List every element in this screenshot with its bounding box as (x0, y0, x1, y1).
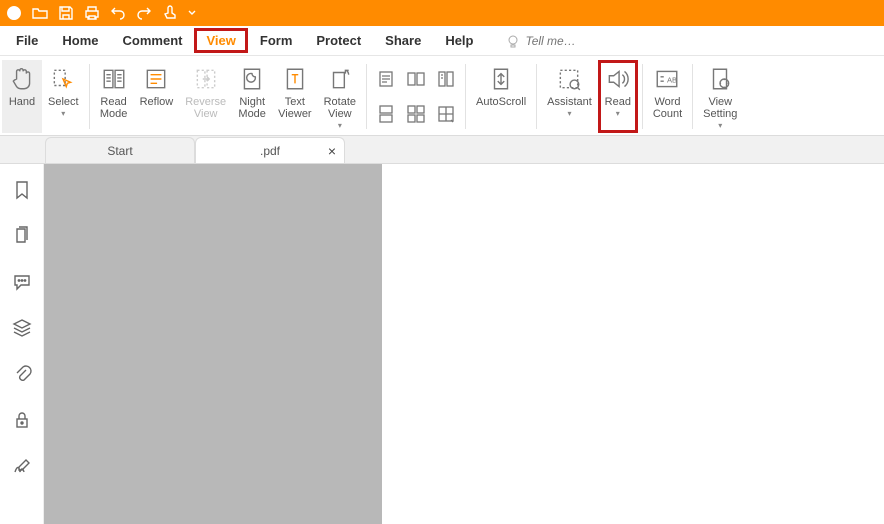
view-setting-button[interactable]: View Setting (697, 60, 743, 133)
rotate-view-label: Rotate View (324, 96, 356, 120)
lightbulb-icon (505, 33, 521, 49)
select-icon (50, 64, 76, 94)
assistant-caret-icon (567, 110, 571, 118)
continuous-page-button[interactable] (373, 103, 399, 125)
read-aloud-button[interactable]: Read (598, 60, 638, 133)
hand-icon (9, 64, 35, 94)
text-viewer-label: Text Viewer (278, 96, 311, 120)
comments-icon[interactable] (12, 272, 32, 292)
tab-title: .pdf (260, 144, 280, 158)
select-label: Select (48, 96, 79, 108)
separate-cover-button[interactable] (433, 68, 459, 90)
rotate-view-button[interactable]: Rotate View (318, 60, 362, 133)
continuous-facing-button[interactable] (403, 103, 429, 125)
reverse-view-icon (193, 64, 219, 94)
reflow-icon (143, 64, 169, 94)
assistant-icon (556, 64, 582, 94)
tell-me-search[interactable] (505, 33, 615, 49)
empty-area (382, 164, 884, 524)
rotate-caret-icon (338, 122, 342, 130)
speaker-icon (605, 64, 631, 94)
menu-home[interactable]: Home (50, 28, 110, 53)
view-setting-icon (707, 64, 733, 94)
menu-comment[interactable]: Comment (111, 28, 195, 53)
hand-tool-button[interactable]: Hand (2, 60, 42, 133)
close-icon[interactable]: × (328, 143, 336, 159)
svg-text:AB: AB (667, 75, 677, 84)
reverse-view-label: Reverse View (185, 96, 226, 120)
brand-foxit-icon (6, 5, 22, 21)
select-tool-button[interactable]: Select (42, 60, 85, 133)
qa-dropdown-icon[interactable] (188, 5, 196, 21)
folder-open-icon[interactable] (32, 5, 48, 21)
read-caret-icon (616, 110, 620, 118)
read-mode-button[interactable]: Read Mode (94, 60, 134, 133)
autoscroll-button[interactable]: AutoScroll (470, 60, 532, 133)
night-mode-icon (239, 64, 265, 94)
touch-mode-icon[interactable] (162, 5, 178, 21)
menu-file[interactable]: File (4, 28, 50, 53)
facing-button[interactable] (403, 68, 429, 90)
night-mode-button[interactable]: Night Mode (232, 60, 272, 133)
menu-view[interactable]: View (194, 28, 247, 53)
tab-title: Start (107, 144, 132, 158)
assistant-label: Assistant (547, 96, 592, 108)
menu-protect[interactable]: Protect (304, 28, 373, 53)
undo-icon[interactable] (110, 5, 126, 21)
autoscroll-label: AutoScroll (476, 96, 526, 108)
menu-form[interactable]: Form (248, 28, 305, 53)
menu-share[interactable]: Share (373, 28, 433, 53)
read-mode-icon (101, 64, 127, 94)
read-aloud-label: Read (605, 96, 631, 108)
menu-bar: File Home Comment View Form Protect Shar… (0, 26, 884, 56)
select-caret-icon (61, 110, 65, 118)
hand-label: Hand (9, 96, 35, 108)
redo-icon[interactable] (136, 5, 152, 21)
single-page-button[interactable] (373, 68, 399, 90)
reverse-view-button: Reverse View (179, 60, 232, 133)
reflow-label: Reflow (140, 96, 174, 108)
security-icon[interactable] (12, 410, 32, 430)
layers-icon[interactable] (12, 318, 32, 338)
workspace (0, 164, 884, 524)
tell-me-input[interactable] (525, 34, 615, 48)
night-mode-label: Night Mode (238, 96, 266, 120)
ribbon-view: Hand Select Read Mode Reflow Reverse Vie… (0, 56, 884, 136)
document-tab-start[interactable]: Start (45, 137, 195, 163)
text-viewer-button[interactable]: Text Viewer (272, 60, 317, 133)
attachments-icon[interactable] (12, 364, 32, 384)
word-count-label: Word Count (653, 96, 682, 120)
autoscroll-icon (488, 64, 514, 94)
split-button[interactable] (433, 103, 459, 125)
signature-icon[interactable] (12, 456, 32, 476)
pages-icon[interactable] (12, 226, 32, 246)
word-count-icon: AB (654, 64, 680, 94)
quick-access-bar (0, 0, 884, 26)
document-canvas[interactable] (44, 164, 382, 524)
view-setting-caret-icon (718, 122, 722, 130)
assistant-button[interactable]: Assistant (541, 60, 598, 133)
print-icon[interactable] (84, 5, 100, 21)
view-setting-label: View Setting (703, 96, 737, 120)
rotate-view-icon (327, 64, 353, 94)
navigation-side-rail (0, 164, 44, 524)
read-mode-label: Read Mode (100, 96, 128, 120)
save-icon[interactable] (58, 5, 74, 21)
document-tab-pdf[interactable]: .pdf × (195, 137, 345, 163)
document-tab-strip: Start .pdf × (0, 136, 884, 164)
text-viewer-icon (282, 64, 308, 94)
menu-help[interactable]: Help (433, 28, 485, 53)
word-count-button[interactable]: AB Word Count (647, 60, 688, 133)
bookmark-icon[interactable] (12, 180, 32, 200)
reflow-button[interactable]: Reflow (134, 60, 180, 133)
